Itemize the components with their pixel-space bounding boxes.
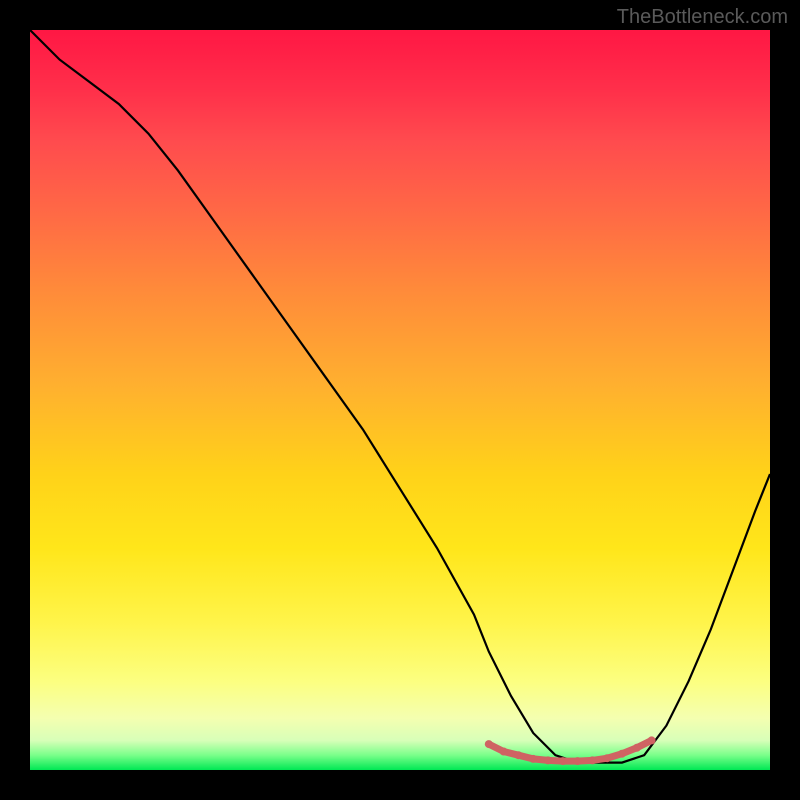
- band-dot: [618, 750, 626, 758]
- band-dot: [633, 744, 641, 752]
- band-dot: [514, 751, 522, 759]
- band-dot: [559, 757, 567, 765]
- plot-area: [30, 30, 770, 770]
- band-dot: [500, 748, 508, 756]
- band-dot: [544, 756, 552, 764]
- band-dot: [485, 740, 493, 748]
- band-dot: [603, 754, 611, 762]
- band-dot: [529, 755, 537, 763]
- watermark-text: TheBottleneck.com: [617, 6, 788, 29]
- band-dot: [574, 757, 582, 765]
- chart-svg: [30, 30, 770, 770]
- bottleneck-curve: [30, 30, 770, 763]
- optimal-band-marker: [489, 740, 652, 761]
- band-dot: [588, 756, 596, 764]
- band-dot: [648, 736, 656, 744]
